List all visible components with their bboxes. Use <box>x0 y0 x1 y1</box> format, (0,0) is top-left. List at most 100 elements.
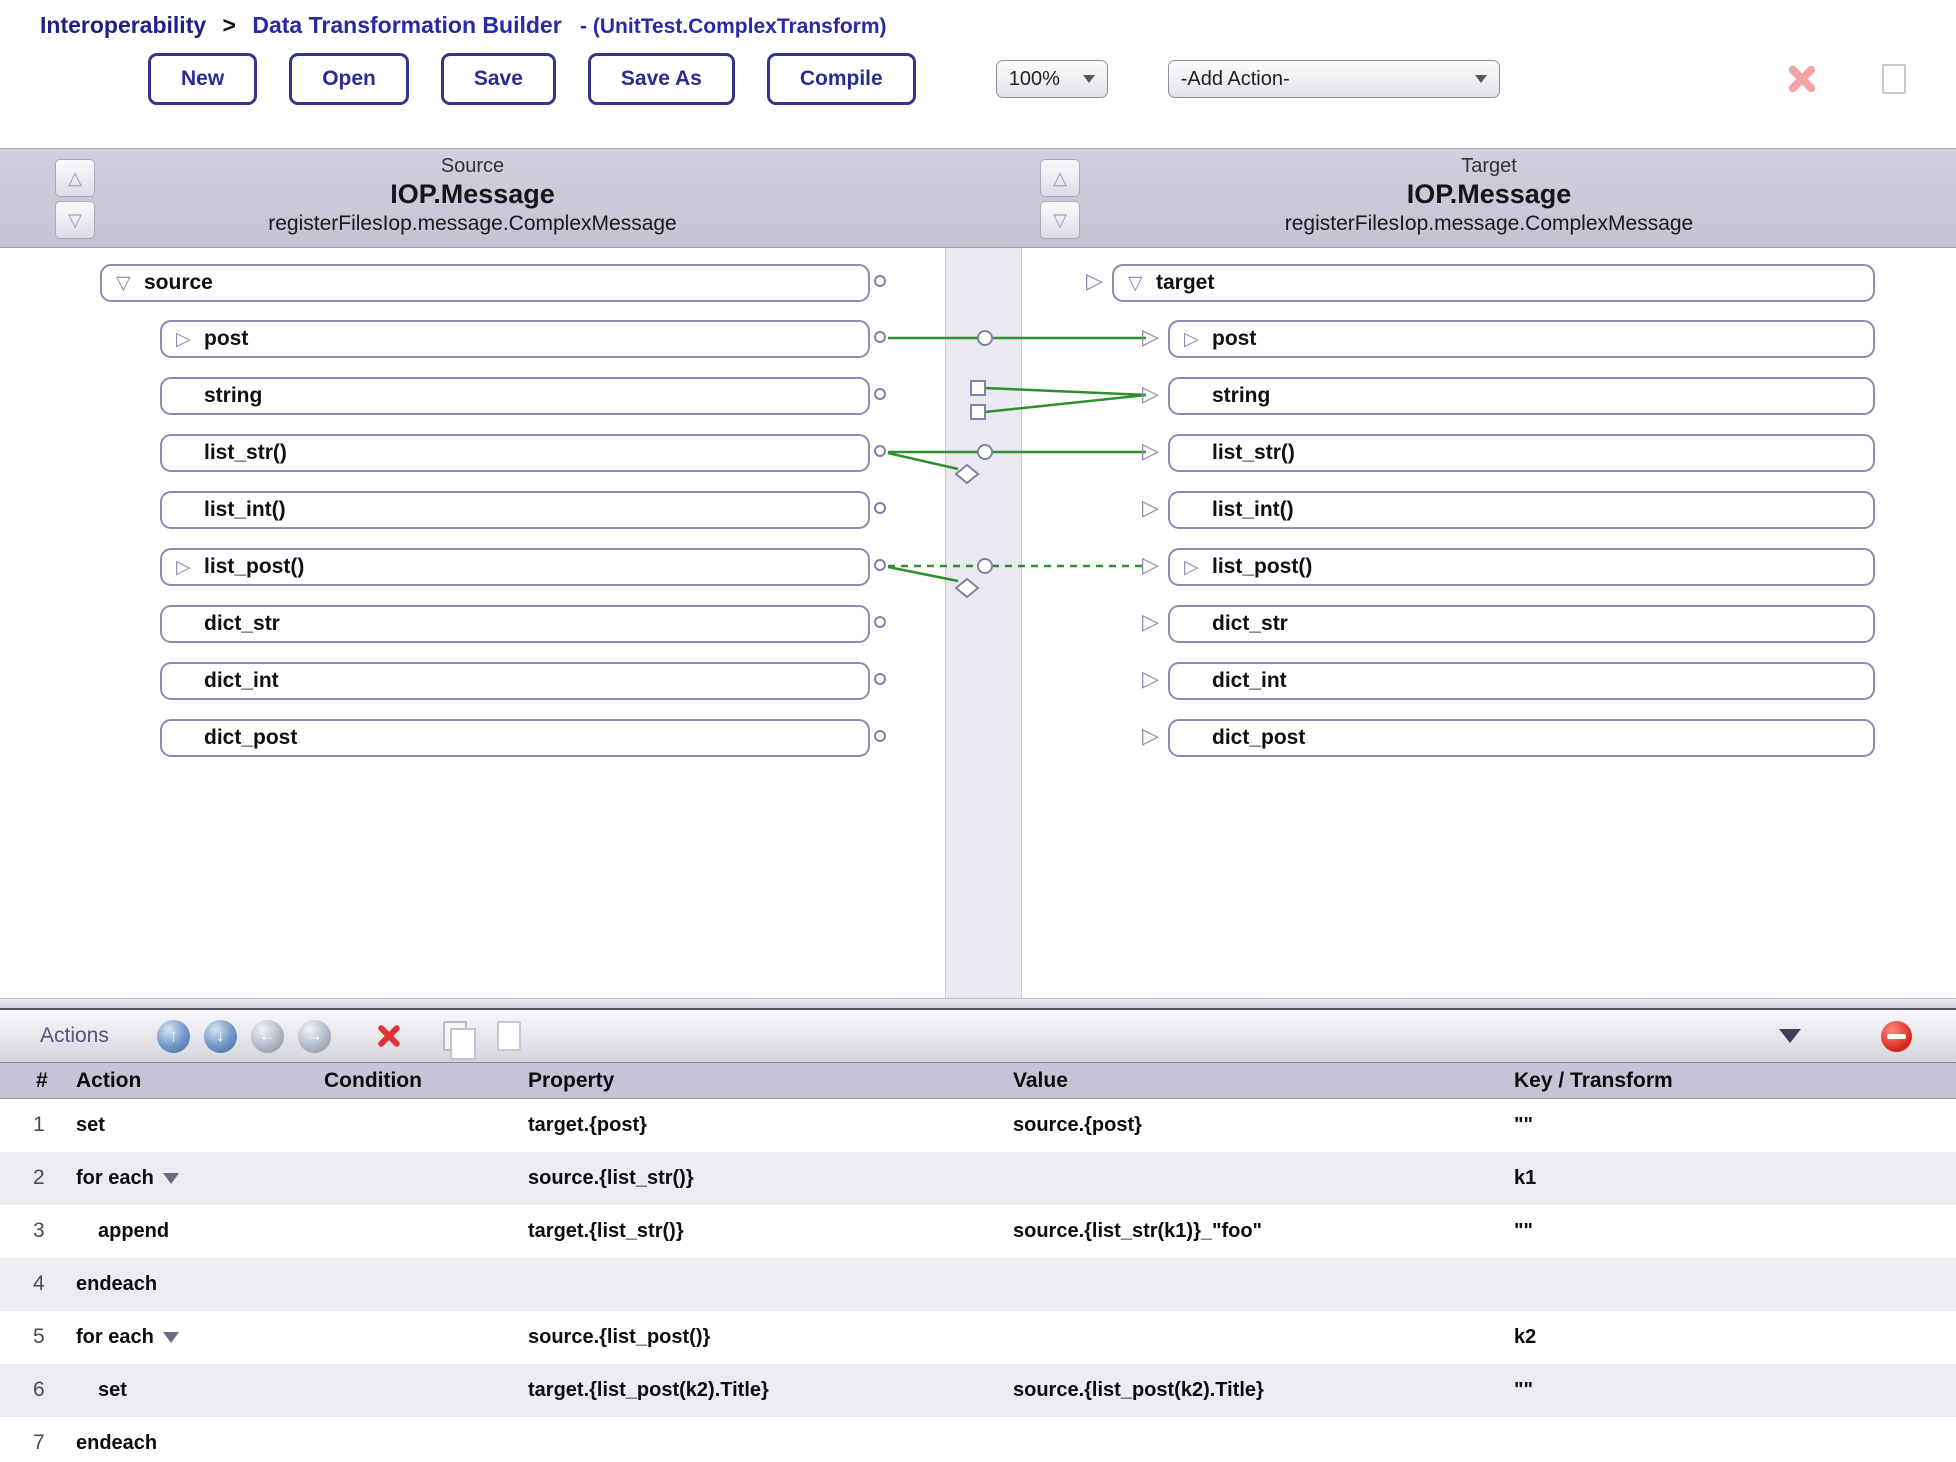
action-label: for each <box>70 1152 318 1205</box>
connector-triangle-icon[interactable] <box>1086 268 1103 294</box>
target-node-post[interactable]: post <box>1168 320 1875 358</box>
row-number: 4 <box>0 1258 70 1311</box>
move-down-icon[interactable] <box>204 1020 237 1053</box>
action-row-5[interactable]: 5 for each source.{list_post()} k2 <box>0 1311 1956 1364</box>
value-cell <box>1007 1152 1508 1205</box>
property-cell: target.{list_post(k2).Title} <box>522 1364 1007 1417</box>
expander-right-icon[interactable] <box>1184 330 1206 349</box>
node-label: dict_post <box>204 726 297 750</box>
value-cell <box>1007 1417 1508 1462</box>
target-node-list-str[interactable]: list_str() <box>1168 434 1875 472</box>
source-node-string[interactable]: string <box>160 377 870 415</box>
source-node-list-str[interactable]: list_str() <box>160 434 870 472</box>
target-node-root[interactable]: target <box>1112 264 1875 302</box>
zoom-select[interactable]: 100% <box>996 60 1108 98</box>
expander-right-icon[interactable] <box>1184 558 1206 577</box>
action-row-1[interactable]: 1 set target.{post} source.{post} "" <box>0 1099 1956 1152</box>
collapse-panel-icon[interactable] <box>1779 1029 1801 1043</box>
breadcrumb: Interoperability > Data Transformation B… <box>40 12 1956 39</box>
col-condition: Condition <box>318 1063 522 1099</box>
connector-triangle-icon[interactable] <box>1142 666 1159 692</box>
connector-triangle-icon[interactable] <box>1142 381 1159 407</box>
connector-triangle-icon[interactable] <box>1142 723 1159 749</box>
condition-cell <box>318 1258 522 1311</box>
col-number: # <box>0 1063 70 1099</box>
expander-down-icon[interactable] <box>1128 274 1150 293</box>
connector-circle[interactable] <box>874 559 886 571</box>
action-row-2[interactable]: 2 for each source.{list_str()} k1 <box>0 1152 1956 1205</box>
source-node-list-post[interactable]: list_post() <box>160 548 870 586</box>
target-node-dict-post[interactable]: dict_post <box>1168 719 1875 757</box>
target-node-string[interactable]: string <box>1168 377 1875 415</box>
action-label: append <box>70 1205 318 1258</box>
target-node-list-int[interactable]: list_int() <box>1168 491 1875 529</box>
target-panel-header: Target IOP.Message registerFilesIop.mess… <box>1022 155 1956 236</box>
property-cell <box>522 1258 1007 1311</box>
connector-circle[interactable] <box>874 673 886 685</box>
connector-circle[interactable] <box>874 331 886 343</box>
copy-action-icon[interactable] <box>443 1021 467 1051</box>
indent-icon[interactable] <box>298 1020 331 1053</box>
connector-circle[interactable] <box>874 730 886 742</box>
action-row-6[interactable]: 6 set target.{list_post(k2).Title} sourc… <box>0 1364 1956 1417</box>
action-row-7[interactable]: 7 endeach <box>0 1417 1956 1462</box>
row-number: 6 <box>0 1364 70 1417</box>
connector-triangle-icon[interactable] <box>1142 552 1159 578</box>
key-cell: "" <box>1508 1099 1956 1152</box>
connector-circle[interactable] <box>874 388 886 400</box>
condition-cell <box>318 1205 522 1258</box>
expander-down-icon[interactable] <box>116 274 138 293</box>
wire-list-post <box>888 559 1146 597</box>
source-node-dict-str[interactable]: dict_str <box>160 605 870 643</box>
source-node-post[interactable]: post <box>160 320 870 358</box>
toolbar: New Open Save Save As Compile 100% -Add … <box>148 53 1906 105</box>
save-button[interactable]: Save <box>441 53 556 105</box>
target-node-list-post[interactable]: list_post() <box>1168 548 1875 586</box>
node-label: dict_str <box>1212 612 1288 636</box>
node-label: list_int() <box>1212 498 1294 522</box>
move-up-icon[interactable] <box>157 1020 190 1053</box>
foreach-caret-icon[interactable] <box>163 1173 179 1184</box>
chevron-down-icon <box>1083 75 1095 83</box>
compile-button[interactable]: Compile <box>767 53 916 105</box>
connector-triangle-icon[interactable] <box>1142 438 1159 464</box>
connector-circle[interactable] <box>874 445 886 457</box>
source-node-dict-post[interactable]: dict_post <box>160 719 870 757</box>
add-action-select[interactable]: -Add Action- <box>1168 60 1500 98</box>
action-row-3[interactable]: 3 append target.{list_str()} source.{lis… <box>0 1205 1956 1258</box>
paste-action-icon[interactable] <box>497 1021 521 1051</box>
zoom-value: 100% <box>1009 68 1060 91</box>
top-bar: Interoperability > Data Transformation B… <box>0 0 1956 148</box>
action-row-4[interactable]: 4 endeach <box>0 1258 1956 1311</box>
target-node-dict-str[interactable]: dict_str <box>1168 605 1875 643</box>
open-button[interactable]: Open <box>289 53 409 105</box>
breadcrumb-interoperability-link[interactable]: Interoperability <box>40 12 206 38</box>
panel-splitter[interactable] <box>0 998 1956 1010</box>
expander-right-icon[interactable] <box>176 330 198 349</box>
copy-icon[interactable] <box>1882 64 1906 94</box>
connector-circle[interactable] <box>874 616 886 628</box>
outdent-icon[interactable] <box>251 1020 284 1053</box>
property-cell <box>522 1417 1007 1462</box>
delete-icon[interactable] <box>1784 61 1820 97</box>
connector-triangle-icon[interactable] <box>1142 495 1159 521</box>
connector-triangle-icon[interactable] <box>1142 324 1159 350</box>
expander-right-icon[interactable] <box>176 558 198 577</box>
source-node-root[interactable]: source <box>100 264 870 302</box>
save-as-button[interactable]: Save As <box>588 53 735 105</box>
condition-cell <box>318 1311 522 1364</box>
connector-circle[interactable] <box>874 502 886 514</box>
mapping-diagram: source post string list_str() list_int()… <box>0 248 1956 998</box>
source-node-list-int[interactable]: list_int() <box>160 491 870 529</box>
new-button[interactable]: New <box>148 53 257 105</box>
foreach-caret-icon[interactable] <box>163 1332 179 1343</box>
node-label: list_str() <box>1212 441 1295 465</box>
delete-action-icon[interactable] <box>375 1022 403 1050</box>
source-node-dict-int[interactable]: dict_int <box>160 662 870 700</box>
connector-circle[interactable] <box>874 275 886 287</box>
target-node-dict-int[interactable]: dict_int <box>1168 662 1875 700</box>
connector-triangle-icon[interactable] <box>1142 609 1159 635</box>
action-label: for each <box>70 1311 318 1364</box>
property-cell: target.{list_str()} <box>522 1205 1007 1258</box>
disable-action-icon[interactable] <box>1881 1021 1912 1052</box>
